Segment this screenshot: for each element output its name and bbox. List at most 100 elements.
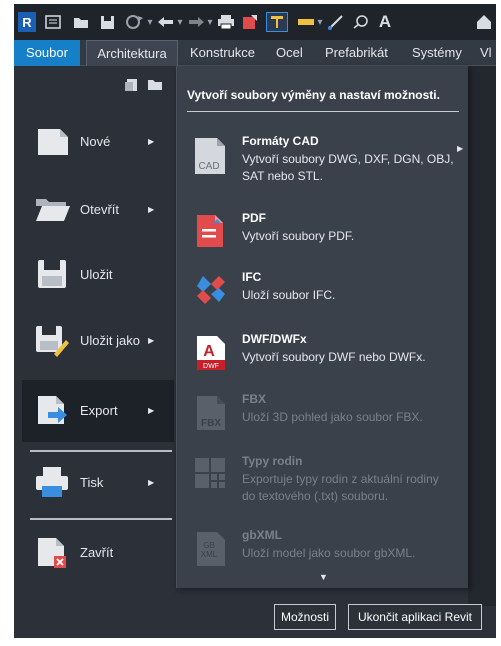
measure-icon[interactable] — [296, 12, 316, 32]
menu-item-label: Uložit jako — [80, 333, 140, 348]
dropdown-caret-icon[interactable]: ▾ — [146, 12, 154, 32]
save-as-icon — [34, 322, 70, 358]
line-icon[interactable] — [326, 12, 346, 32]
export-item-title: PDF — [242, 211, 266, 225]
scroll-down-icon[interactable]: ▼ — [319, 572, 328, 582]
menu-item-label: Otevřít — [80, 202, 120, 217]
redo-icon[interactable] — [186, 12, 206, 32]
undo-icon[interactable] — [156, 12, 176, 32]
svg-text:A: A — [203, 343, 215, 360]
export-item-typy-rodin: Typy rodin Exportuje typy rodin z aktuál… — [187, 454, 465, 506]
export-item-fbx: FBX FBX Uloží 3D pohled jako soubor FBX. — [187, 392, 465, 432]
new-document-icon — [34, 123, 70, 159]
export-document-icon — [34, 392, 70, 428]
export-icon[interactable] — [240, 12, 260, 32]
home-icon[interactable] — [474, 12, 494, 32]
svg-text:DWF: DWF — [203, 363, 219, 370]
menu-item-label: Tisk — [80, 475, 104, 490]
printer-icon — [34, 464, 70, 500]
menu-item-label: Zavřít — [80, 545, 114, 560]
export-item-title: gbXML — [242, 528, 282, 542]
open-folder-icon — [34, 191, 70, 227]
svg-text:XML: XML — [201, 550, 218, 559]
recent-documents-icon[interactable] — [125, 78, 139, 97]
submenu-arrow-icon: ▶ — [148, 336, 155, 345]
close-document-icon — [34, 534, 70, 570]
export-item-title: DWF/DWFx — [242, 332, 307, 346]
export-item-pdf[interactable]: PDF Vytvoří soubory PDF. — [187, 211, 465, 251]
menu-divider — [30, 518, 172, 520]
align-icon[interactable] — [266, 12, 288, 32]
save-icon[interactable] — [98, 12, 116, 32]
submenu-arrow-icon: ▶ — [148, 478, 155, 487]
tag-icon[interactable] — [350, 12, 372, 32]
submenu-arrow-icon: ▶ — [148, 137, 155, 146]
export-item-description: Vytvoří soubory DWF nebo DWFx. — [242, 350, 426, 364]
exit-revit-button[interactable]: Ukončit aplikaci Revit — [348, 604, 482, 630]
cad-file-icon: CAD — [193, 136, 227, 174]
print-icon[interactable] — [216, 12, 236, 32]
dropdown-caret-icon[interactable]: ▾ — [176, 12, 184, 32]
ribbon-tabs: Soubor Architektura Konstrukce Ocel Pref… — [14, 40, 496, 66]
dwf-file-icon: A DWF — [193, 334, 227, 370]
application-menu: Nové ▶ Otevřít ▶ Uložit Uložit jako ▶ Ex… — [14, 66, 177, 638]
save-disk-icon — [34, 256, 70, 292]
export-item-ifc[interactable]: IFC Uloží soubor IFC. — [187, 270, 465, 310]
menu-item-nove[interactable]: Nové ▶ — [22, 111, 174, 173]
open-icon[interactable] — [72, 12, 92, 32]
gbxml-file-icon: GB XML — [193, 530, 227, 566]
tab-overflow[interactable]: Vl — [480, 40, 492, 66]
export-item-title: FBX — [242, 392, 266, 406]
export-item-description: Uloží soubor IFC. — [242, 288, 336, 302]
export-item-description: Uloží model jako soubor gbXML. — [242, 546, 416, 560]
svg-text:CAD: CAD — [198, 161, 219, 172]
submenu-arrow-icon: ▶ — [148, 406, 155, 415]
fbx-file-icon: FBX — [193, 394, 227, 430]
export-item-description: Vytvoří soubory DWG, DXF, DGN, OBJ, SAT … — [242, 152, 454, 183]
menu-item-label: Uložit — [80, 267, 113, 282]
menu-item-zavrit[interactable]: Zavřít — [22, 522, 174, 584]
family-types-icon — [193, 456, 227, 492]
recent-documents-tools — [125, 78, 163, 97]
text-icon[interactable]: A — [376, 12, 394, 32]
menu-item-ulozit[interactable]: Uložit — [22, 244, 174, 306]
tab-konstrukce[interactable]: Konstrukce — [190, 40, 255, 66]
info-icon[interactable] — [44, 12, 62, 32]
dropdown-caret-icon[interactable]: ▾ — [316, 12, 324, 32]
menu-item-tisk[interactable]: Tisk ▶ — [22, 452, 174, 514]
menu-item-otevrit[interactable]: Otevřít ▶ — [22, 179, 174, 241]
export-submenu: Vytvoří soubory výměny a nastaví možnost… — [176, 66, 468, 588]
ifc-logo-icon — [193, 272, 227, 308]
export-item-title: IFC — [242, 270, 262, 284]
export-item-title: Formáty CAD — [242, 134, 319, 148]
submenu-header: Vytvoří soubory výměny a nastaví možnost… — [187, 88, 440, 102]
export-item-gbxml: GB XML gbXML Uloží model jako soubor gbXM… — [187, 528, 465, 568]
export-item-title: Typy rodin — [242, 454, 303, 468]
svg-text:GB: GB — [203, 541, 215, 550]
menu-item-ulozit-jako[interactable]: Uložit jako ▶ — [22, 310, 174, 372]
export-item-description: Uloží 3D pohled jako soubor FBX. — [242, 410, 423, 424]
pdf-file-icon — [193, 213, 227, 249]
sync-icon[interactable] — [124, 12, 146, 32]
open-documents-icon[interactable] — [147, 78, 163, 97]
revit-logo-icon[interactable]: R — [18, 12, 36, 32]
svg-text:FBX: FBX — [201, 418, 221, 429]
tab-ocel[interactable]: Ocel — [276, 40, 303, 66]
revit-file-menu-window: R ▾ ▾ ▾ ▾ A Soubor Architektura Konstruk… — [14, 4, 496, 638]
dropdown-caret-icon[interactable]: ▾ — [206, 12, 214, 32]
export-item-dwf[interactable]: A DWF DWF/DWFx Vytvoří soubory DWF nebo D… — [187, 332, 465, 372]
tab-prefabrikat[interactable]: Prefabrikát — [325, 40, 388, 66]
export-item-cad[interactable]: CAD Formáty CAD Vytvoří soubory DWG, DXF… — [187, 134, 465, 184]
options-button[interactable]: Možnosti — [274, 604, 336, 630]
export-item-description: Vytvoří soubory PDF. — [242, 229, 355, 243]
submenu-arrow-icon: ▶ — [148, 205, 155, 214]
background-canvas — [468, 66, 496, 606]
submenu-arrow-icon: ▶ — [457, 144, 464, 153]
submenu-divider — [187, 111, 459, 112]
tab-architektura[interactable]: Architektura — [86, 40, 178, 66]
menu-item-export[interactable]: Export ▶ — [22, 380, 174, 442]
export-item-description: Exportuje typy rodin z aktuální rodiny d… — [242, 472, 439, 503]
tab-systemy[interactable]: Systémy — [412, 40, 462, 66]
quick-access-toolbar: R ▾ ▾ ▾ ▾ A — [14, 4, 496, 40]
tab-soubor[interactable]: Soubor — [14, 40, 80, 66]
